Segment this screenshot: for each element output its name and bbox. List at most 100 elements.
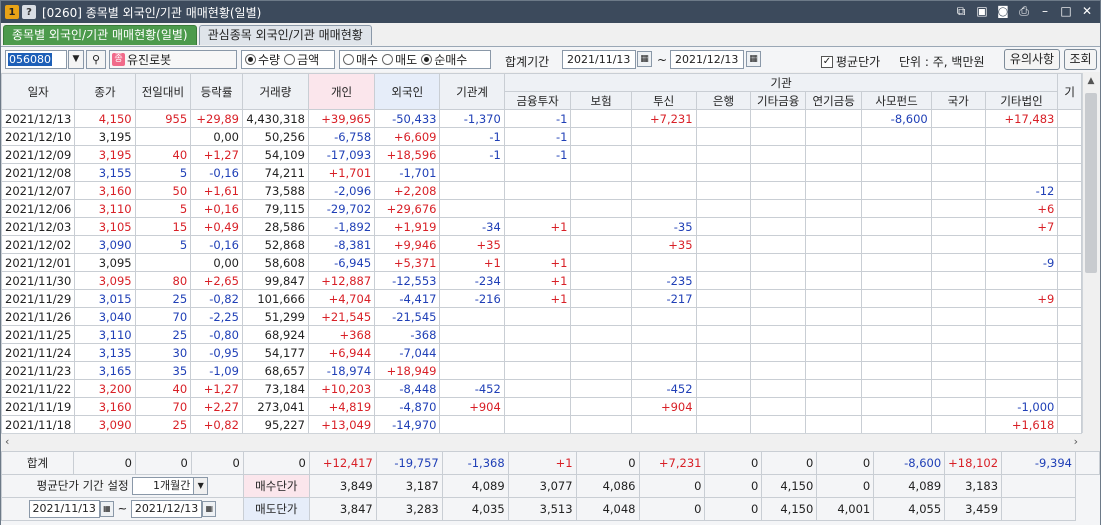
table-row[interactable]: 2021/12/10 3,195 0,00 50,256 -6,758 +6,609 -1-… xyxy=(1,127,1082,146)
cell-date: 2021/12/13 xyxy=(1,109,76,128)
table-row[interactable]: 2021/11/18 3,090 25 +0,82 95,227 +13,049 -14,9… xyxy=(1,415,1082,433)
notice-button[interactable]: 유의사항 xyxy=(1004,49,1060,70)
cell-pension xyxy=(804,253,863,272)
calendar-from-icon[interactable]: ▦ xyxy=(637,51,652,67)
table-row[interactable]: 2021/11/29 3,015 25 -0,82 101,666 +4,704 -4,41… xyxy=(1,289,1082,308)
maximize-icon[interactable]: □ xyxy=(1059,4,1073,18)
cell-fin-invest xyxy=(503,235,572,254)
scroll-left-icon[interactable]: ‹ xyxy=(5,435,9,448)
calendar-icon[interactable]: ▦ xyxy=(99,501,114,517)
avg-date-from-input[interactable]: 2021/11/13 xyxy=(28,500,100,518)
link-icon[interactable]: ⧉ xyxy=(954,4,968,18)
radio-amount[interactable]: 금액 xyxy=(284,51,319,68)
table-row[interactable]: 2021/11/19 3,160 70 +2,27 273,041 +4,819 -4,87… xyxy=(1,397,1082,416)
avg-period-select[interactable]: 1개월간 ▼ xyxy=(132,477,209,495)
cell-foreign: +18,596 xyxy=(374,145,441,164)
save-icon[interactable]: ▣ xyxy=(975,4,989,18)
scroll-right-icon[interactable]: › xyxy=(1074,435,1078,448)
cell-volume: 68,657 xyxy=(241,361,309,380)
cell-volume: 273,041 xyxy=(241,397,309,416)
vertical-scrollbar[interactable]: ▲ xyxy=(1082,73,1099,433)
calendar-icon[interactable]: ▦ xyxy=(202,501,217,517)
cell-change: 5 xyxy=(134,199,192,218)
cell-rate: -2,25 xyxy=(190,307,243,326)
stock-code-value: 056080 xyxy=(8,53,52,66)
table-row[interactable]: 2021/12/13 4,150 955 +29,89 4,430,318 +39,965… xyxy=(1,109,1082,128)
table-row[interactable]: 2021/12/01 3,095 0,00 58,608 -6,945 +5,371 +1 +… xyxy=(1,253,1082,272)
help-badge[interactable]: ? xyxy=(22,5,36,19)
cell-volume: 50,256 xyxy=(241,127,309,146)
cell-rate: +2,65 xyxy=(190,271,243,290)
total-cell: -19,757 xyxy=(375,451,443,475)
cell-bank xyxy=(695,307,752,326)
table-row[interactable]: 2021/12/09 3,195 40 +1,27 54,109 -17,093 +18,5… xyxy=(1,145,1082,164)
scroll-up-icon[interactable]: ▲ xyxy=(1083,73,1099,90)
cell-insurance xyxy=(570,181,632,200)
cell-inst-total: -1 xyxy=(439,145,505,164)
radio-buy[interactable]: 매수 xyxy=(343,51,378,68)
cell-close: 3,160 xyxy=(74,397,136,416)
table-row[interactable]: 2021/11/30 3,095 80 +2,65 99,847 +12,887 -12,5… xyxy=(1,271,1082,290)
stock-name: 유진로봇 xyxy=(127,53,172,67)
date-from-input[interactable]: 2021/11/13 xyxy=(562,50,636,69)
tab-stock-daily[interactable]: 종목별 외국인/기관 매매현황(일별) xyxy=(3,25,197,45)
cell-etc-fin xyxy=(750,199,806,218)
cell-trust: -452 xyxy=(630,379,697,398)
query-button[interactable]: 조회 xyxy=(1064,49,1097,70)
table-row[interactable]: 2021/11/26 3,040 70 -2,25 51,299 +21,545 -21,5… xyxy=(1,307,1082,326)
minimize-icon[interactable]: – xyxy=(1038,4,1052,18)
calendar-to-icon[interactable]: ▦ xyxy=(746,51,761,67)
scroll-thumb[interactable] xyxy=(1085,93,1097,273)
cell-date: 2021/12/03 xyxy=(1,217,76,236)
table-row[interactable]: 2021/12/07 3,160 50 +1,61 73,588 -2,096 +2,208… xyxy=(1,181,1082,200)
total-cell: 0 xyxy=(72,451,136,475)
table-row[interactable]: 2021/11/23 3,165 35 -1,09 68,657 -18,974 +18,9… xyxy=(1,361,1082,380)
cell-nation xyxy=(930,397,986,416)
cell-etc-corp: -9 xyxy=(984,253,1059,272)
avg-price-checkbox[interactable]: ✓ 평균단가 xyxy=(821,53,880,70)
col-pension: 연기금등 xyxy=(804,91,863,110)
code-dropdown-icon[interactable]: ▼ xyxy=(68,50,84,69)
avg-date-to-input[interactable]: 2021/12/13 xyxy=(130,500,203,518)
search-icon[interactable]: ⚲ xyxy=(86,50,106,69)
cell-etc-fin xyxy=(750,109,806,128)
cell-close: 3,105 xyxy=(74,217,136,236)
horizontal-scrollbar[interactable]: ‹ › xyxy=(1,433,1082,449)
cell-rate: +0,82 xyxy=(190,415,243,433)
chevron-down-icon[interactable]: ▼ xyxy=(193,478,208,494)
cell-trust: -35 xyxy=(630,217,697,236)
tab-watchlist[interactable]: 관심종목 외국인/기관 매매현황 xyxy=(198,25,372,45)
total-label: 합계 xyxy=(1,451,74,475)
radio-quantity[interactable]: 수량 xyxy=(245,51,280,68)
table-row[interactable]: 2021/12/08 3,155 5 -0,16 74,211 +1,701 -1,701 xyxy=(1,163,1082,182)
cell-fin-invest: +1 xyxy=(503,271,572,290)
close-icon[interactable]: ✕ xyxy=(1080,4,1094,18)
cell-nation xyxy=(930,217,986,236)
date-tilde: ~ xyxy=(657,53,668,67)
table-row[interactable]: 2021/11/24 3,135 30 -0,95 54,177 +6,944 -7,044 xyxy=(1,343,1082,362)
total-cell: 0 xyxy=(704,451,763,475)
cell-inst-total: -452 xyxy=(439,379,505,398)
date-to-input[interactable]: 2021/12/13 xyxy=(670,50,744,69)
cell-close: 4,150 xyxy=(74,109,136,128)
table-row[interactable]: 2021/11/22 3,200 40 +1,27 73,184 +10,203 -8,44… xyxy=(1,379,1082,398)
cell-bank xyxy=(695,163,752,182)
camera-icon[interactable]: ◙ xyxy=(996,4,1010,18)
table-row[interactable]: 2021/12/03 3,105 15 +0,49 28,586 -1,892 +1,919… xyxy=(1,217,1082,236)
avg-sell-cell: 4,150 xyxy=(761,497,818,521)
table-row[interactable]: 2021/11/25 3,110 25 -0,80 68,924 +368 -368 xyxy=(1,325,1082,344)
stock-code-input[interactable]: 056080 xyxy=(5,50,67,69)
cell-trust xyxy=(630,199,697,218)
cell-individual: +13,049 xyxy=(307,415,376,433)
table-row[interactable]: 2021/12/06 3,110 5 +0,16 79,115 -29,702 +29,67… xyxy=(1,199,1082,218)
unit-label: 단위 : 주, 백만원 xyxy=(899,55,985,69)
print-icon[interactable]: ⎙ xyxy=(1017,4,1031,18)
cell-foreign: -4,417 xyxy=(374,289,441,308)
radio-net-buy[interactable]: 순매수 xyxy=(421,51,467,68)
table-row[interactable]: 2021/12/02 3,090 5 -0,16 52,868 -8,381 +9,946 +… xyxy=(1,235,1082,254)
radio-sell[interactable]: 매도 xyxy=(382,51,417,68)
cell-pension xyxy=(804,343,863,362)
cell-individual: +6,944 xyxy=(307,343,376,362)
window-number-badge[interactable]: 1 xyxy=(5,5,19,19)
cell-date: 2021/11/22 xyxy=(1,379,76,398)
